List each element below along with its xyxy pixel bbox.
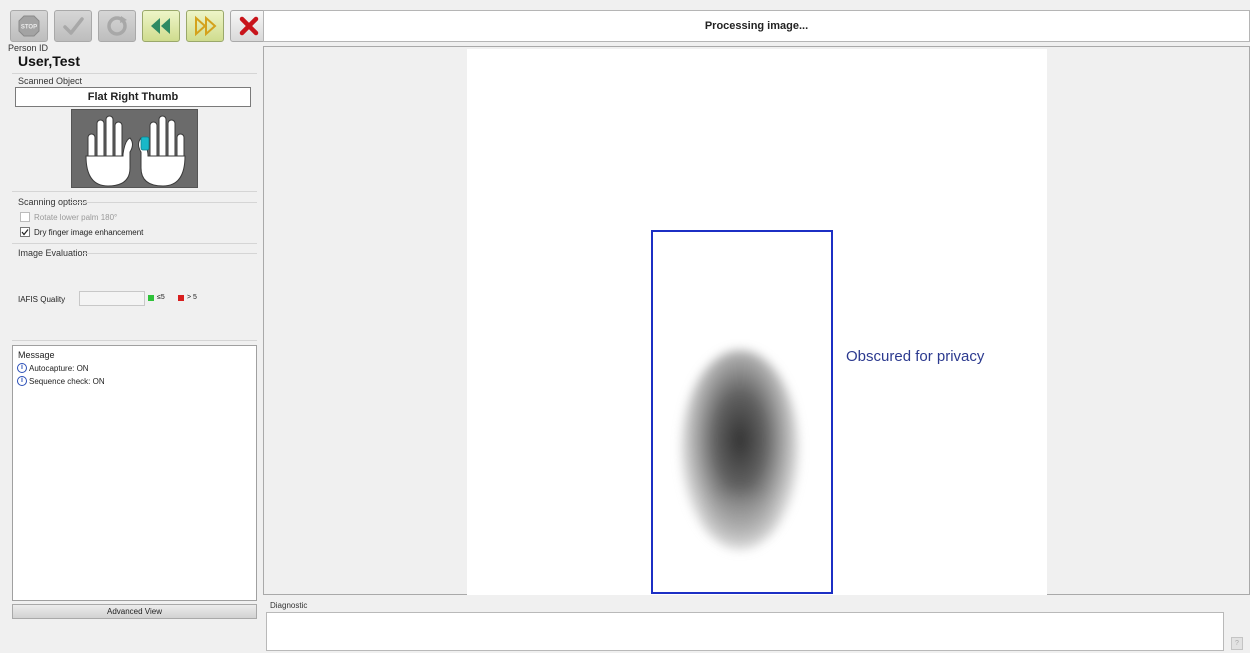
rotate-palm-option[interactable]: Rotate lower palm 180°: [20, 212, 117, 222]
person-name: User,Test: [18, 53, 80, 69]
advanced-view-button[interactable]: Advanced View: [12, 604, 257, 619]
message-text: Autocapture: ON: [29, 363, 89, 373]
scanned-object-label: Scanned Object: [18, 76, 83, 86]
dry-finger-label: Dry finger image enhancement: [34, 227, 144, 237]
capture-frame: [651, 230, 833, 594]
next-button[interactable]: [186, 10, 224, 42]
dry-finger-checkbox[interactable]: [20, 227, 30, 237]
right-thumb-highlight: [140, 136, 150, 151]
rotate-palm-checkbox[interactable]: [20, 212, 30, 222]
close-x-icon: [237, 14, 261, 38]
list-item: i Sequence check: ON: [17, 376, 105, 386]
dry-finger-option[interactable]: Dry finger image enhancement: [20, 227, 143, 237]
diagnostic-field: [266, 612, 1224, 651]
previous-button[interactable]: [142, 10, 180, 42]
diagnostic-label: Diagnostic: [270, 601, 308, 610]
rescan-button[interactable]: [98, 10, 136, 42]
scanned-object-field: Flat Right Thumb: [15, 87, 251, 107]
rotate-palm-label: Rotate lower palm 180°: [34, 212, 118, 222]
image-evaluation-label: Image Evaluation: [18, 248, 88, 258]
divider: [12, 340, 257, 341]
checkmark-icon: [21, 229, 29, 236]
legend-good: ≤5: [148, 294, 165, 301]
status-bar: Processing image...: [263, 10, 1250, 42]
toolbar: STOP: [10, 10, 268, 44]
iafis-quality-field: [79, 291, 145, 306]
divider: [82, 253, 257, 254]
refresh-icon: [105, 14, 129, 38]
hands-icon: [85, 115, 186, 187]
iafis-quality-label: IAFIS Quality: [18, 295, 66, 304]
green-swatch: [148, 294, 154, 301]
message-header: Message: [18, 350, 55, 360]
divider: [70, 202, 257, 203]
red-swatch: [178, 294, 184, 301]
divider: [12, 243, 257, 244]
fingerprint-capture-window: STOP Person ID User,Test Scanned Object …: [0, 0, 1250, 653]
stop-icon: STOP: [17, 14, 41, 38]
person-id-label: Person ID: [8, 43, 49, 53]
message-text: Sequence check: ON: [29, 376, 105, 386]
message-panel[interactable]: Message i Autocapture: ON i Sequence che…: [12, 345, 257, 601]
svg-text:STOP: STOP: [21, 25, 37, 31]
confirm-button[interactable]: [54, 10, 92, 42]
rewind-icon: [148, 14, 174, 38]
divider: [12, 73, 257, 74]
fingerprint-image-edge: [705, 492, 775, 542]
legend-good-label: ≤5: [157, 294, 165, 301]
info-icon: i: [17, 376, 27, 386]
legend-bad: > 5: [178, 294, 197, 301]
legend-bad-label: > 5: [187, 294, 197, 301]
privacy-note: Obscured for privacy: [846, 348, 985, 365]
list-item: i Autocapture: ON: [17, 363, 89, 373]
hand-diagram: [71, 109, 198, 188]
checkmark-icon: [61, 14, 85, 38]
stop-button[interactable]: STOP: [10, 10, 48, 42]
info-icon: i: [17, 363, 27, 373]
fast-forward-icon: [192, 14, 218, 38]
diagnostic-help-button[interactable]: ?: [1231, 637, 1243, 650]
divider: [12, 191, 257, 192]
